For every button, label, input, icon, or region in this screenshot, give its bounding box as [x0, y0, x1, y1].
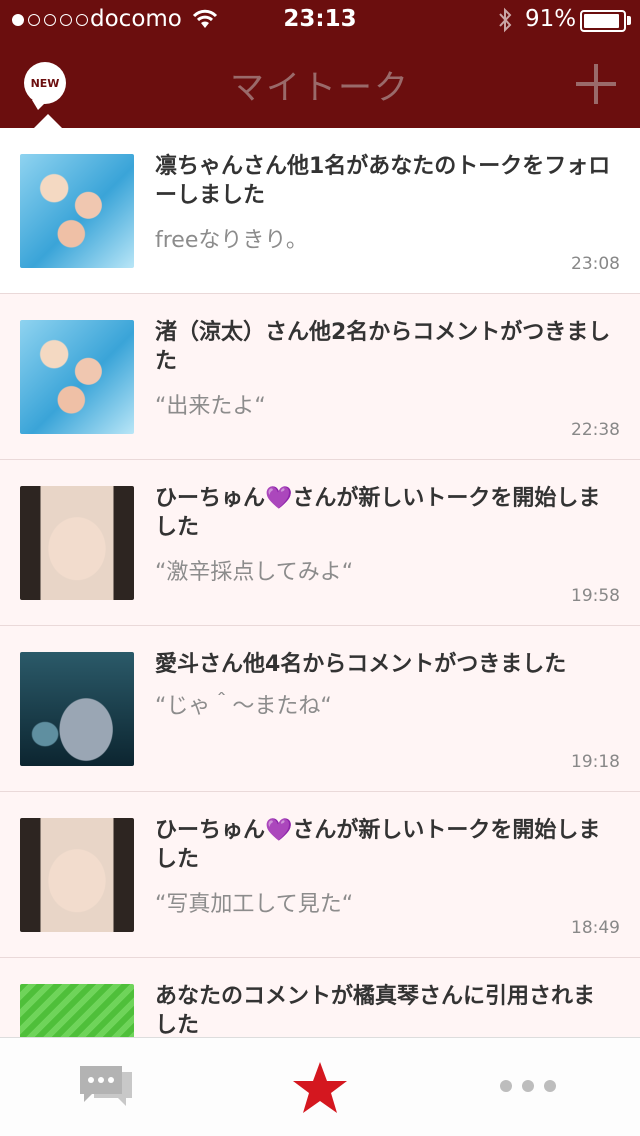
more-dots-icon[interactable] [500, 1076, 560, 1096]
face-photo-thumbnail [20, 818, 134, 932]
pool-anime-thumbnail [20, 154, 134, 268]
item-subtitle: “じゃ＾〜またね“ [155, 694, 332, 719]
item-subtitle: “出来たよ“ [155, 394, 266, 419]
list-item[interactable]: あなたのコメントが橘真琴さんに引用されました [0, 958, 640, 1037]
bluetooth-icon [499, 7, 512, 33]
battery-nub [627, 16, 631, 25]
tab-bar [0, 1037, 640, 1136]
item-time: 18:49 [571, 918, 620, 938]
talk-notification-list: 凛ちゃんさん他1名があなたのトークをフォローしました freeなりきり。 23:… [0, 128, 640, 1037]
item-title: ひーちゅん💜さんが新しいトークを開始しました [155, 484, 615, 542]
face-photo-thumbnail [20, 486, 134, 600]
item-subtitle: freeなりきり。 [155, 228, 308, 253]
item-time: 19:58 [571, 586, 620, 606]
item-title: 凛ちゃんさん他1名があなたのトークをフォローしました [155, 154, 611, 208]
item-title: 渚（涼太）さん他2名からコメントがつきました [155, 320, 611, 374]
tab-pointer [34, 114, 62, 128]
item-title: 愛斗さん他4名からコメントがつきました [155, 652, 567, 677]
anime-green-thumbnail [20, 984, 134, 1037]
list-item[interactable]: 凛ちゃんさん他1名があなたのトークをフォローしました freeなりきり。 23:… [0, 128, 640, 294]
status-bar: docomo 23:13 91% [0, 0, 640, 40]
item-title-name: ひーちゅん [155, 818, 266, 843]
item-time: 23:08 [571, 254, 620, 274]
battery-percent: 91% [525, 6, 577, 32]
item-title: あなたのコメントが橘真琴さんに引用されました [155, 984, 596, 1037]
item-subtitle: “写真加工して見た“ [155, 892, 354, 917]
plus-icon[interactable] [574, 62, 618, 106]
list-item[interactable]: ひーちゅん💜さんが新しいトークを開始しました “激辛採点してみよ“ 19:58 [0, 460, 640, 626]
item-time: 19:18 [571, 752, 620, 772]
list-item[interactable]: 渚（涼太）さん他2名からコメントがつきました “出来たよ“ 22:38 [0, 294, 640, 460]
item-title: ひーちゅん💜さんが新しいトークを開始しました [155, 816, 615, 874]
totoro-thumbnail [20, 652, 134, 766]
star-icon[interactable] [292, 1060, 348, 1116]
purple-heart-icon: 💜 [265, 486, 293, 511]
list-item[interactable]: ひーちゅん💜さんが新しいトークを開始しました “写真加工して見た“ 18:49 [0, 792, 640, 958]
purple-heart-icon: 💜 [265, 818, 293, 843]
battery-icon [580, 10, 626, 32]
item-time: 22:38 [571, 420, 620, 440]
top-bar: docomo 23:13 91% NEW マイトーク [0, 0, 640, 128]
chat-bubbles-icon[interactable] [78, 1060, 136, 1116]
page-title: マイトーク [230, 68, 410, 108]
pool-anime-thumbnail [20, 320, 134, 434]
item-title-name: ひーちゅん [155, 486, 266, 511]
list-item[interactable]: 愛斗さん他4名からコメントがつきました “じゃ＾〜またね“ 19:18 [0, 626, 640, 792]
item-subtitle: “激辛採点してみよ“ [155, 560, 354, 585]
